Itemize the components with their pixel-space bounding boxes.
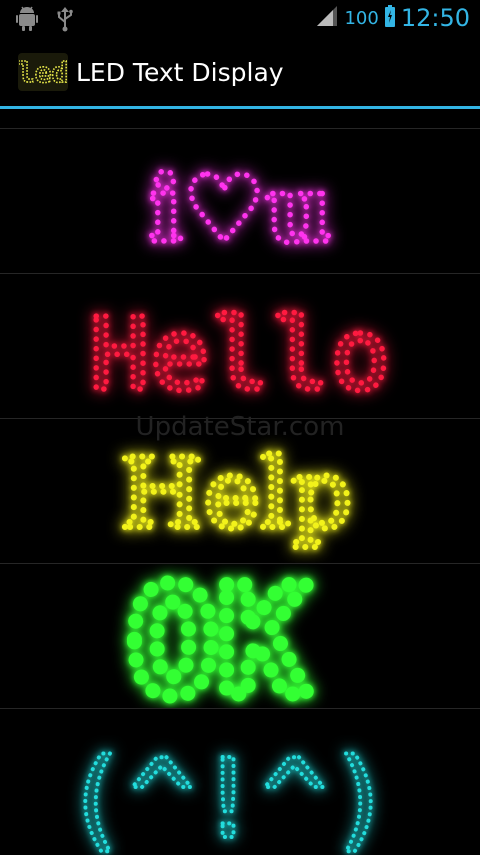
led-text: OK	[128, 564, 309, 709]
led-text: Hello	[89, 296, 390, 413]
action-bar: led LED Text Display	[0, 38, 480, 106]
led-preview: Hello	[87, 293, 394, 416]
battery-level-text: 100	[344, 7, 379, 29]
battery-icon	[384, 5, 395, 31]
list-item[interactable]: i♥u	[0, 128, 480, 274]
led-preview: i♥u	[145, 152, 335, 266]
status-bar: 100 12:50	[0, 0, 480, 38]
led-preview: OK	[120, 564, 316, 709]
usb-icon	[56, 6, 74, 36]
list-item[interactable]: (^!^)	[0, 708, 480, 855]
led-preview: Help	[117, 435, 356, 553]
led-preview: (^!^)	[60, 733, 395, 855]
list-item[interactable]: OK	[0, 563, 480, 709]
list-item[interactable]: Help	[0, 418, 480, 564]
led-text-list: i♥u Hello Help OK (^!^)	[0, 128, 480, 855]
app-title: LED Text Display	[76, 57, 284, 87]
list-item[interactable]: Hello	[0, 273, 480, 419]
android-debug-icon	[16, 6, 38, 36]
action-bar-divider	[0, 106, 480, 109]
app-icon[interactable]: led	[18, 53, 68, 91]
led-logo-icon: led	[19, 55, 67, 89]
clock: 12:50	[400, 4, 470, 32]
app-icon-text: led	[19, 56, 67, 89]
led-text: (^!^)	[62, 735, 393, 855]
signal-icon	[316, 5, 338, 31]
led-text: Help	[120, 438, 353, 550]
led-text: i♥u	[148, 155, 332, 263]
